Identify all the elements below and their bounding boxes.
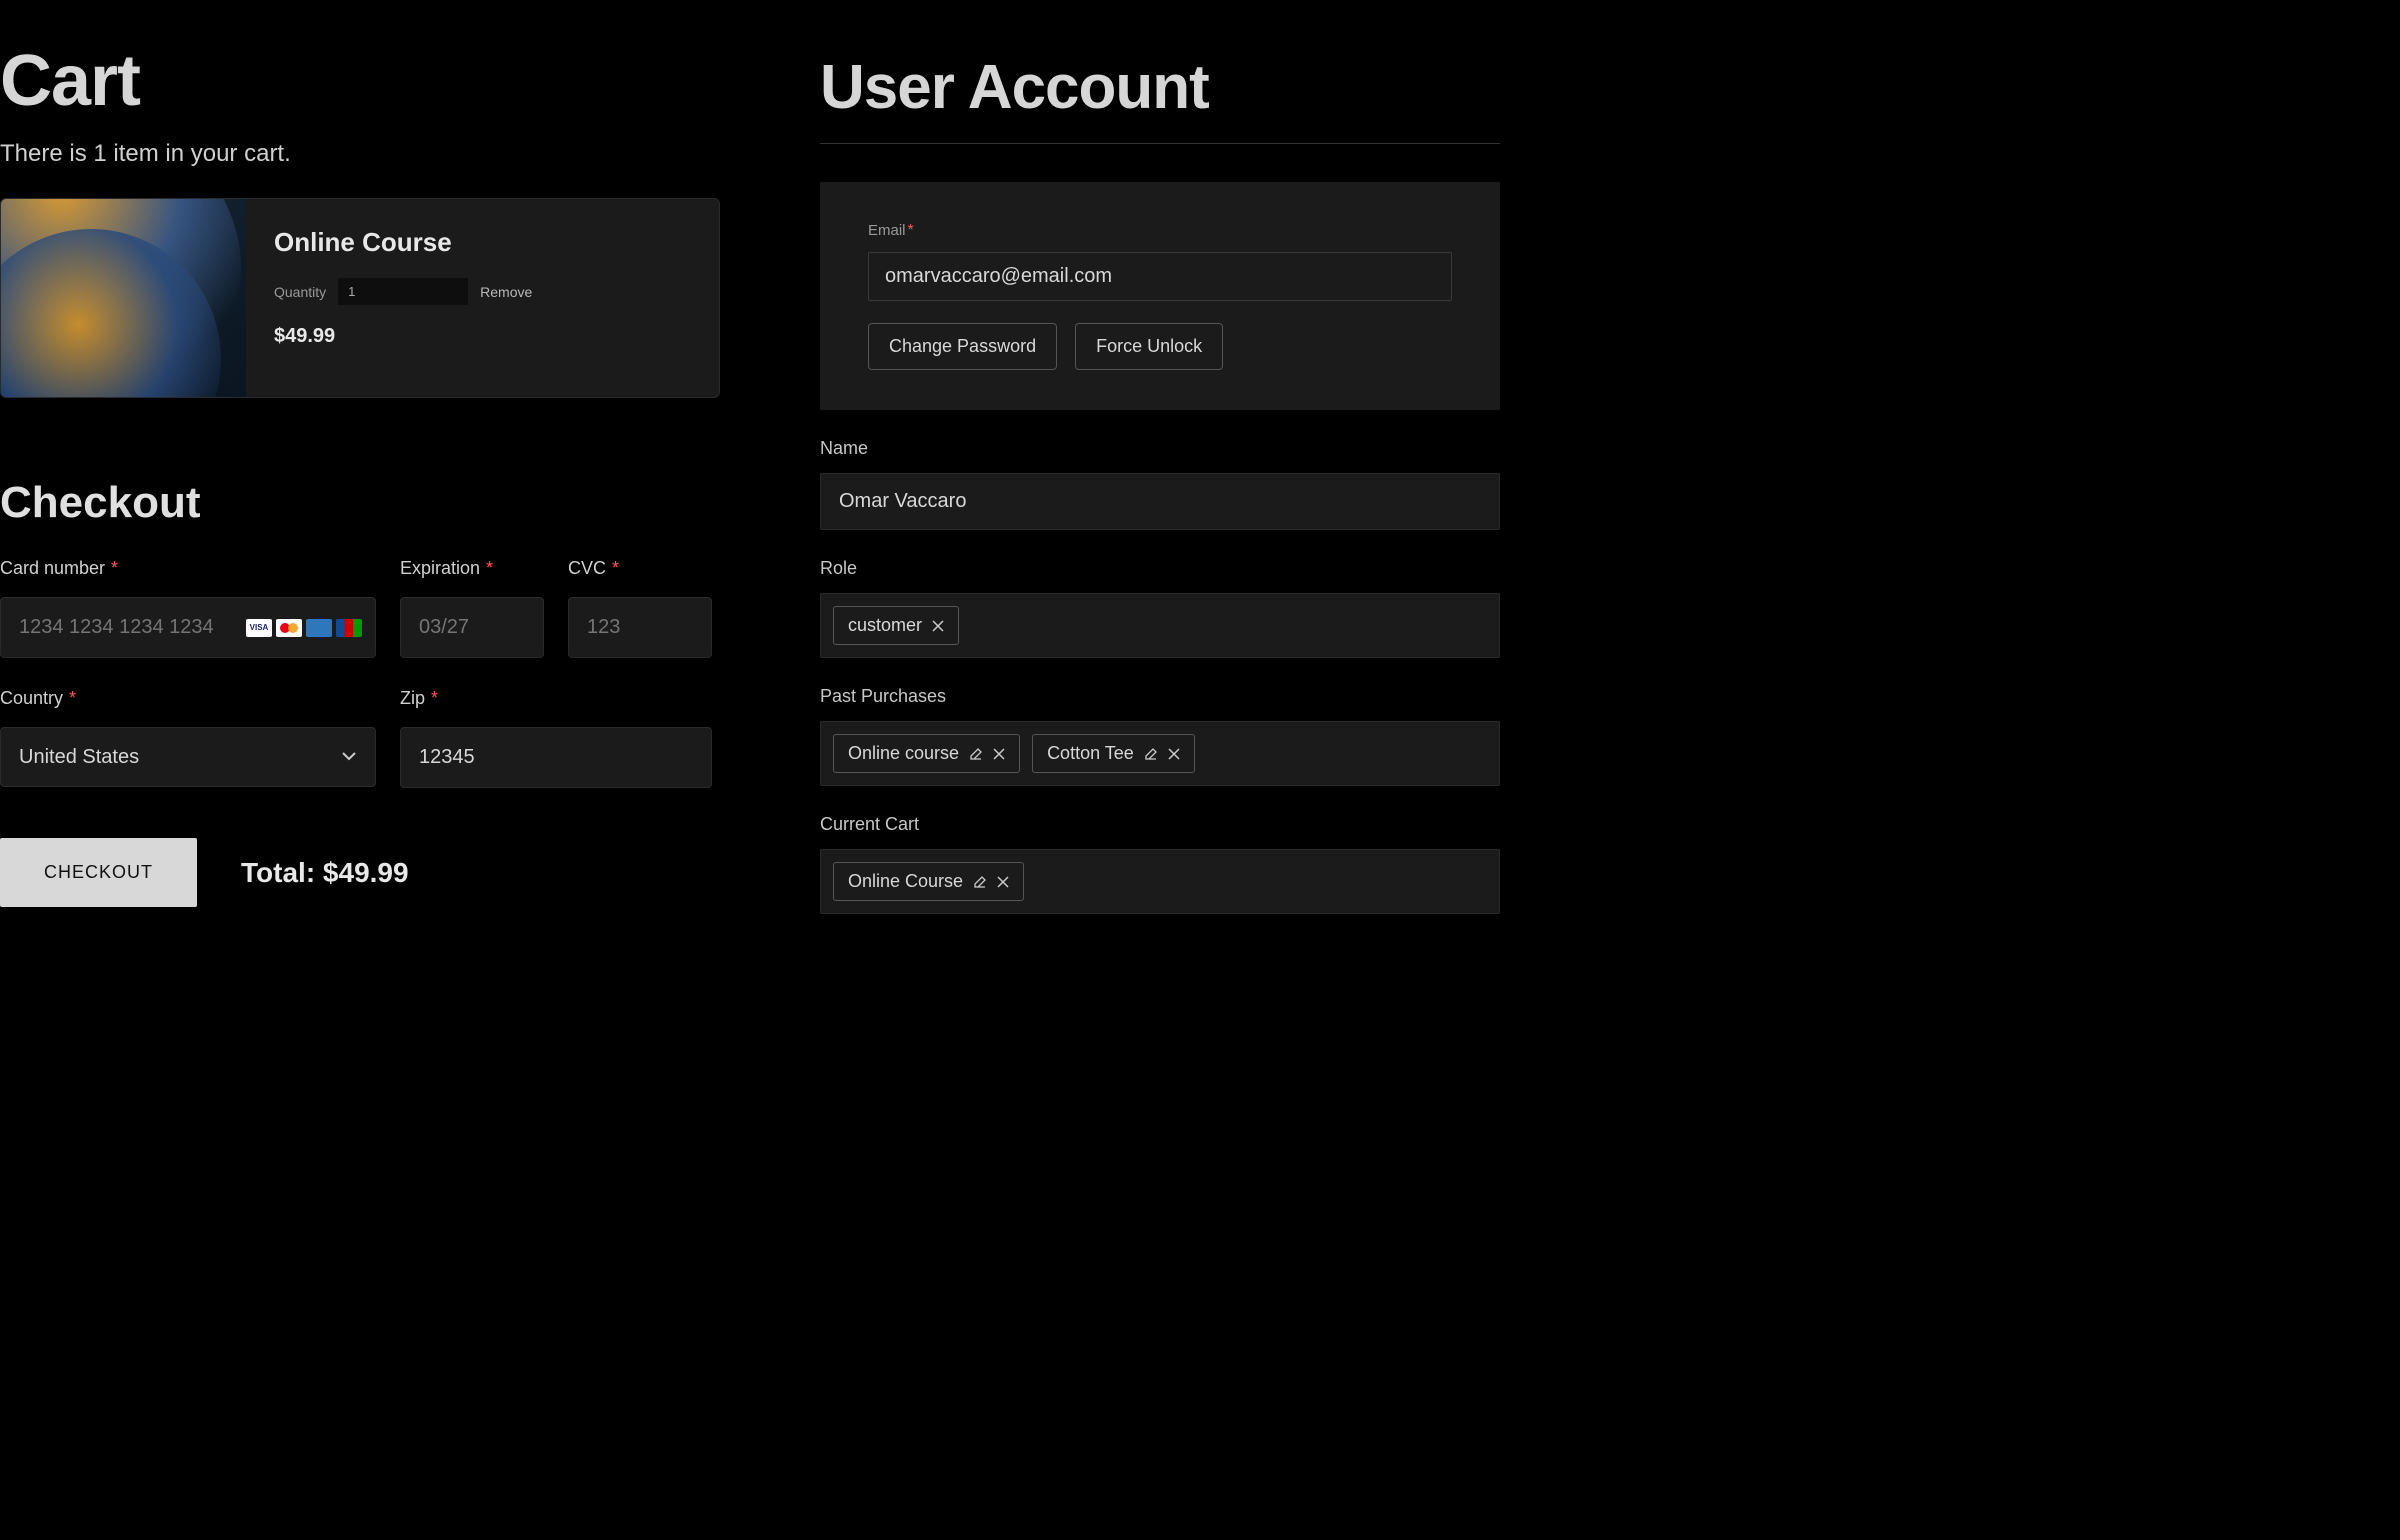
country-label: Country* <box>0 688 376 709</box>
cart-item-image <box>1 199 246 397</box>
current-cart-label: Current Cart <box>820 814 1500 835</box>
name-field[interactable]: Omar Vaccaro <box>820 473 1500 530</box>
past-purchases-field[interactable]: Online course Cotton Tee <box>820 721 1500 786</box>
remove-link[interactable]: Remove <box>480 284 532 300</box>
total-label: Total: $49.99 <box>241 857 409 889</box>
edit-icon[interactable] <box>973 875 987 889</box>
email-input[interactable] <box>868 252 1452 301</box>
change-password-button[interactable]: Change Password <box>868 323 1057 370</box>
past-purchase-tag: Cotton Tee <box>1032 734 1195 773</box>
quantity-input[interactable] <box>338 278 468 305</box>
role-label: Role <box>820 558 1500 579</box>
close-icon[interactable] <box>993 748 1005 760</box>
cart-tag: Online Course <box>833 862 1024 901</box>
jcb-icon <box>336 619 362 637</box>
cart-title: Cart <box>0 40 720 122</box>
cart-item-price: $49.99 <box>274 325 691 348</box>
role-tag: customer <box>833 606 959 645</box>
checkout-button[interactable]: CHECKOUT <box>0 838 197 907</box>
past-purchases-label: Past Purchases <box>820 686 1500 707</box>
expiration-input[interactable] <box>400 597 544 658</box>
edit-icon[interactable] <box>1144 747 1158 761</box>
role-field[interactable]: customer <box>820 593 1500 658</box>
close-icon[interactable] <box>1168 748 1180 760</box>
cart-item-name: Online Course <box>274 227 691 258</box>
cvc-label: CVC* <box>568 558 712 579</box>
checkout-title: Checkout <box>0 478 720 528</box>
cart-item-card: Online Course Quantity Remove $49.99 <box>0 198 720 398</box>
past-purchase-tag: Online course <box>833 734 1020 773</box>
edit-icon[interactable] <box>969 747 983 761</box>
expiration-label: Expiration* <box>400 558 544 579</box>
amex-icon <box>306 619 332 637</box>
cart-subtitle: There is 1 item in your cart. <box>0 140 720 168</box>
email-panel: Email* Change Password Force Unlock <box>820 182 1500 410</box>
card-brand-icons: VISA <box>246 619 362 637</box>
account-title: User Account <box>820 52 1500 144</box>
card-number-label: Card number* <box>0 558 376 579</box>
zip-label: Zip* <box>400 688 720 709</box>
cvc-input[interactable] <box>568 597 712 658</box>
current-cart-field[interactable]: Online Course <box>820 849 1500 914</box>
close-icon[interactable] <box>997 876 1009 888</box>
close-icon[interactable] <box>932 620 944 632</box>
name-label: Name <box>820 438 1500 459</box>
force-unlock-button[interactable]: Force Unlock <box>1075 323 1223 370</box>
visa-icon: VISA <box>246 619 272 637</box>
quantity-label: Quantity <box>274 284 326 300</box>
email-label: Email <box>868 222 906 239</box>
zip-input[interactable] <box>400 727 712 788</box>
mastercard-icon <box>276 619 302 637</box>
country-select[interactable]: United States <box>0 727 376 787</box>
